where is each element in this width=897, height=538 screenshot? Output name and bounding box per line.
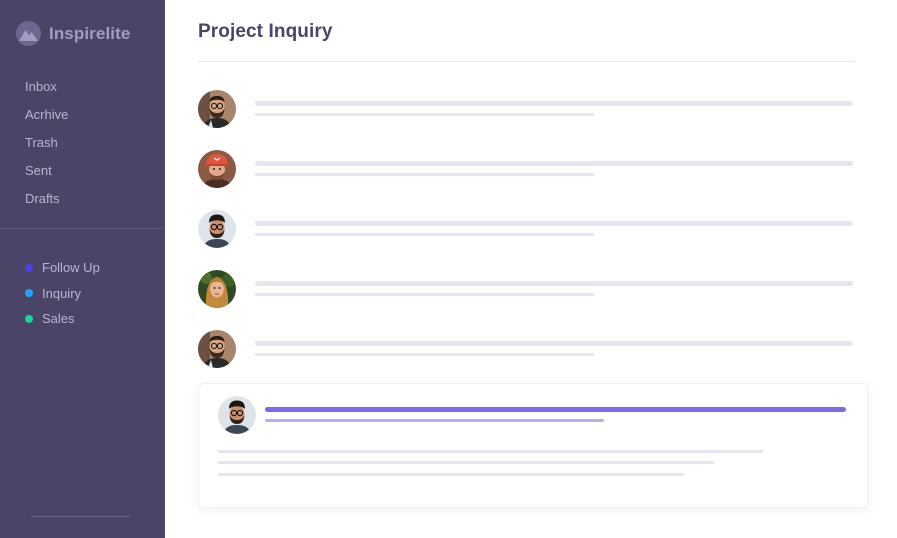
message-row[interactable] [198, 330, 854, 368]
label-text: Inquiry [42, 285, 82, 301]
preview-placeholder [255, 353, 594, 356]
mountain-logo-icon [16, 21, 41, 46]
preview-placeholder [255, 293, 594, 296]
nav-item-drafts[interactable]: Drafts [25, 189, 68, 217]
label-dot-icon [25, 263, 33, 272]
label-item-inquiry[interactable]: Inquiry [25, 281, 100, 307]
man-glasses-beard-avatar [198, 90, 236, 128]
brand[interactable]: Inspirelite [16, 21, 130, 46]
body-placeholder [218, 450, 763, 453]
label-text: Sales [42, 311, 75, 327]
nav-menu: Inbox Acrhive Trash Sent Drafts [25, 77, 68, 217]
man-red-cap-avatar [198, 150, 236, 188]
man-glasses-avatar [218, 396, 256, 434]
label-list: Follow Up Inquiry Sales [25, 255, 100, 332]
preview-placeholder [265, 419, 604, 422]
open-message-card[interactable] [199, 384, 867, 507]
title-divider [198, 61, 854, 62]
preview-placeholder [255, 233, 594, 236]
man-glasses-beard-avatar [198, 330, 236, 368]
message-row[interactable] [198, 150, 854, 188]
preview-placeholder [255, 113, 594, 116]
brand-name: Inspirelite [49, 23, 131, 43]
app-window: Inspirelite Inbox Acrhive Trash Sent Dra… [0, 0, 897, 538]
message-row[interactable] [198, 270, 854, 308]
sidebar-divider [0, 228, 165, 229]
nav-item-archive[interactable]: Acrhive [25, 105, 68, 133]
nav-item-sent[interactable]: Sent [25, 161, 68, 189]
body-placeholder [218, 461, 714, 464]
message-row[interactable] [198, 210, 854, 248]
sidebar: Inspirelite Inbox Acrhive Trash Sent Dra… [0, 0, 165, 538]
subject-placeholder [255, 161, 853, 166]
subject-placeholder [255, 281, 853, 286]
label-text: Follow Up [42, 260, 100, 276]
subject-placeholder [255, 341, 853, 346]
sidebar-scroll-indicator [31, 516, 131, 517]
body-placeholder [218, 473, 684, 476]
label-item-follow-up[interactable]: Follow Up [25, 255, 100, 281]
subject-placeholder [255, 221, 853, 226]
man-glasses-avatar [198, 210, 236, 248]
label-item-sales[interactable]: Sales [25, 306, 100, 332]
nav-item-trash[interactable]: Trash [25, 133, 68, 161]
subject-placeholder [255, 101, 853, 106]
woman-avatar [198, 270, 236, 308]
label-dot-icon [25, 314, 33, 323]
page-title: Project Inquiry [198, 21, 333, 42]
preview-placeholder [255, 173, 594, 176]
label-dot-icon [25, 289, 33, 298]
message-row[interactable] [198, 90, 854, 128]
nav-item-inbox[interactable]: Inbox [25, 77, 68, 105]
subject-placeholder [265, 407, 846, 412]
